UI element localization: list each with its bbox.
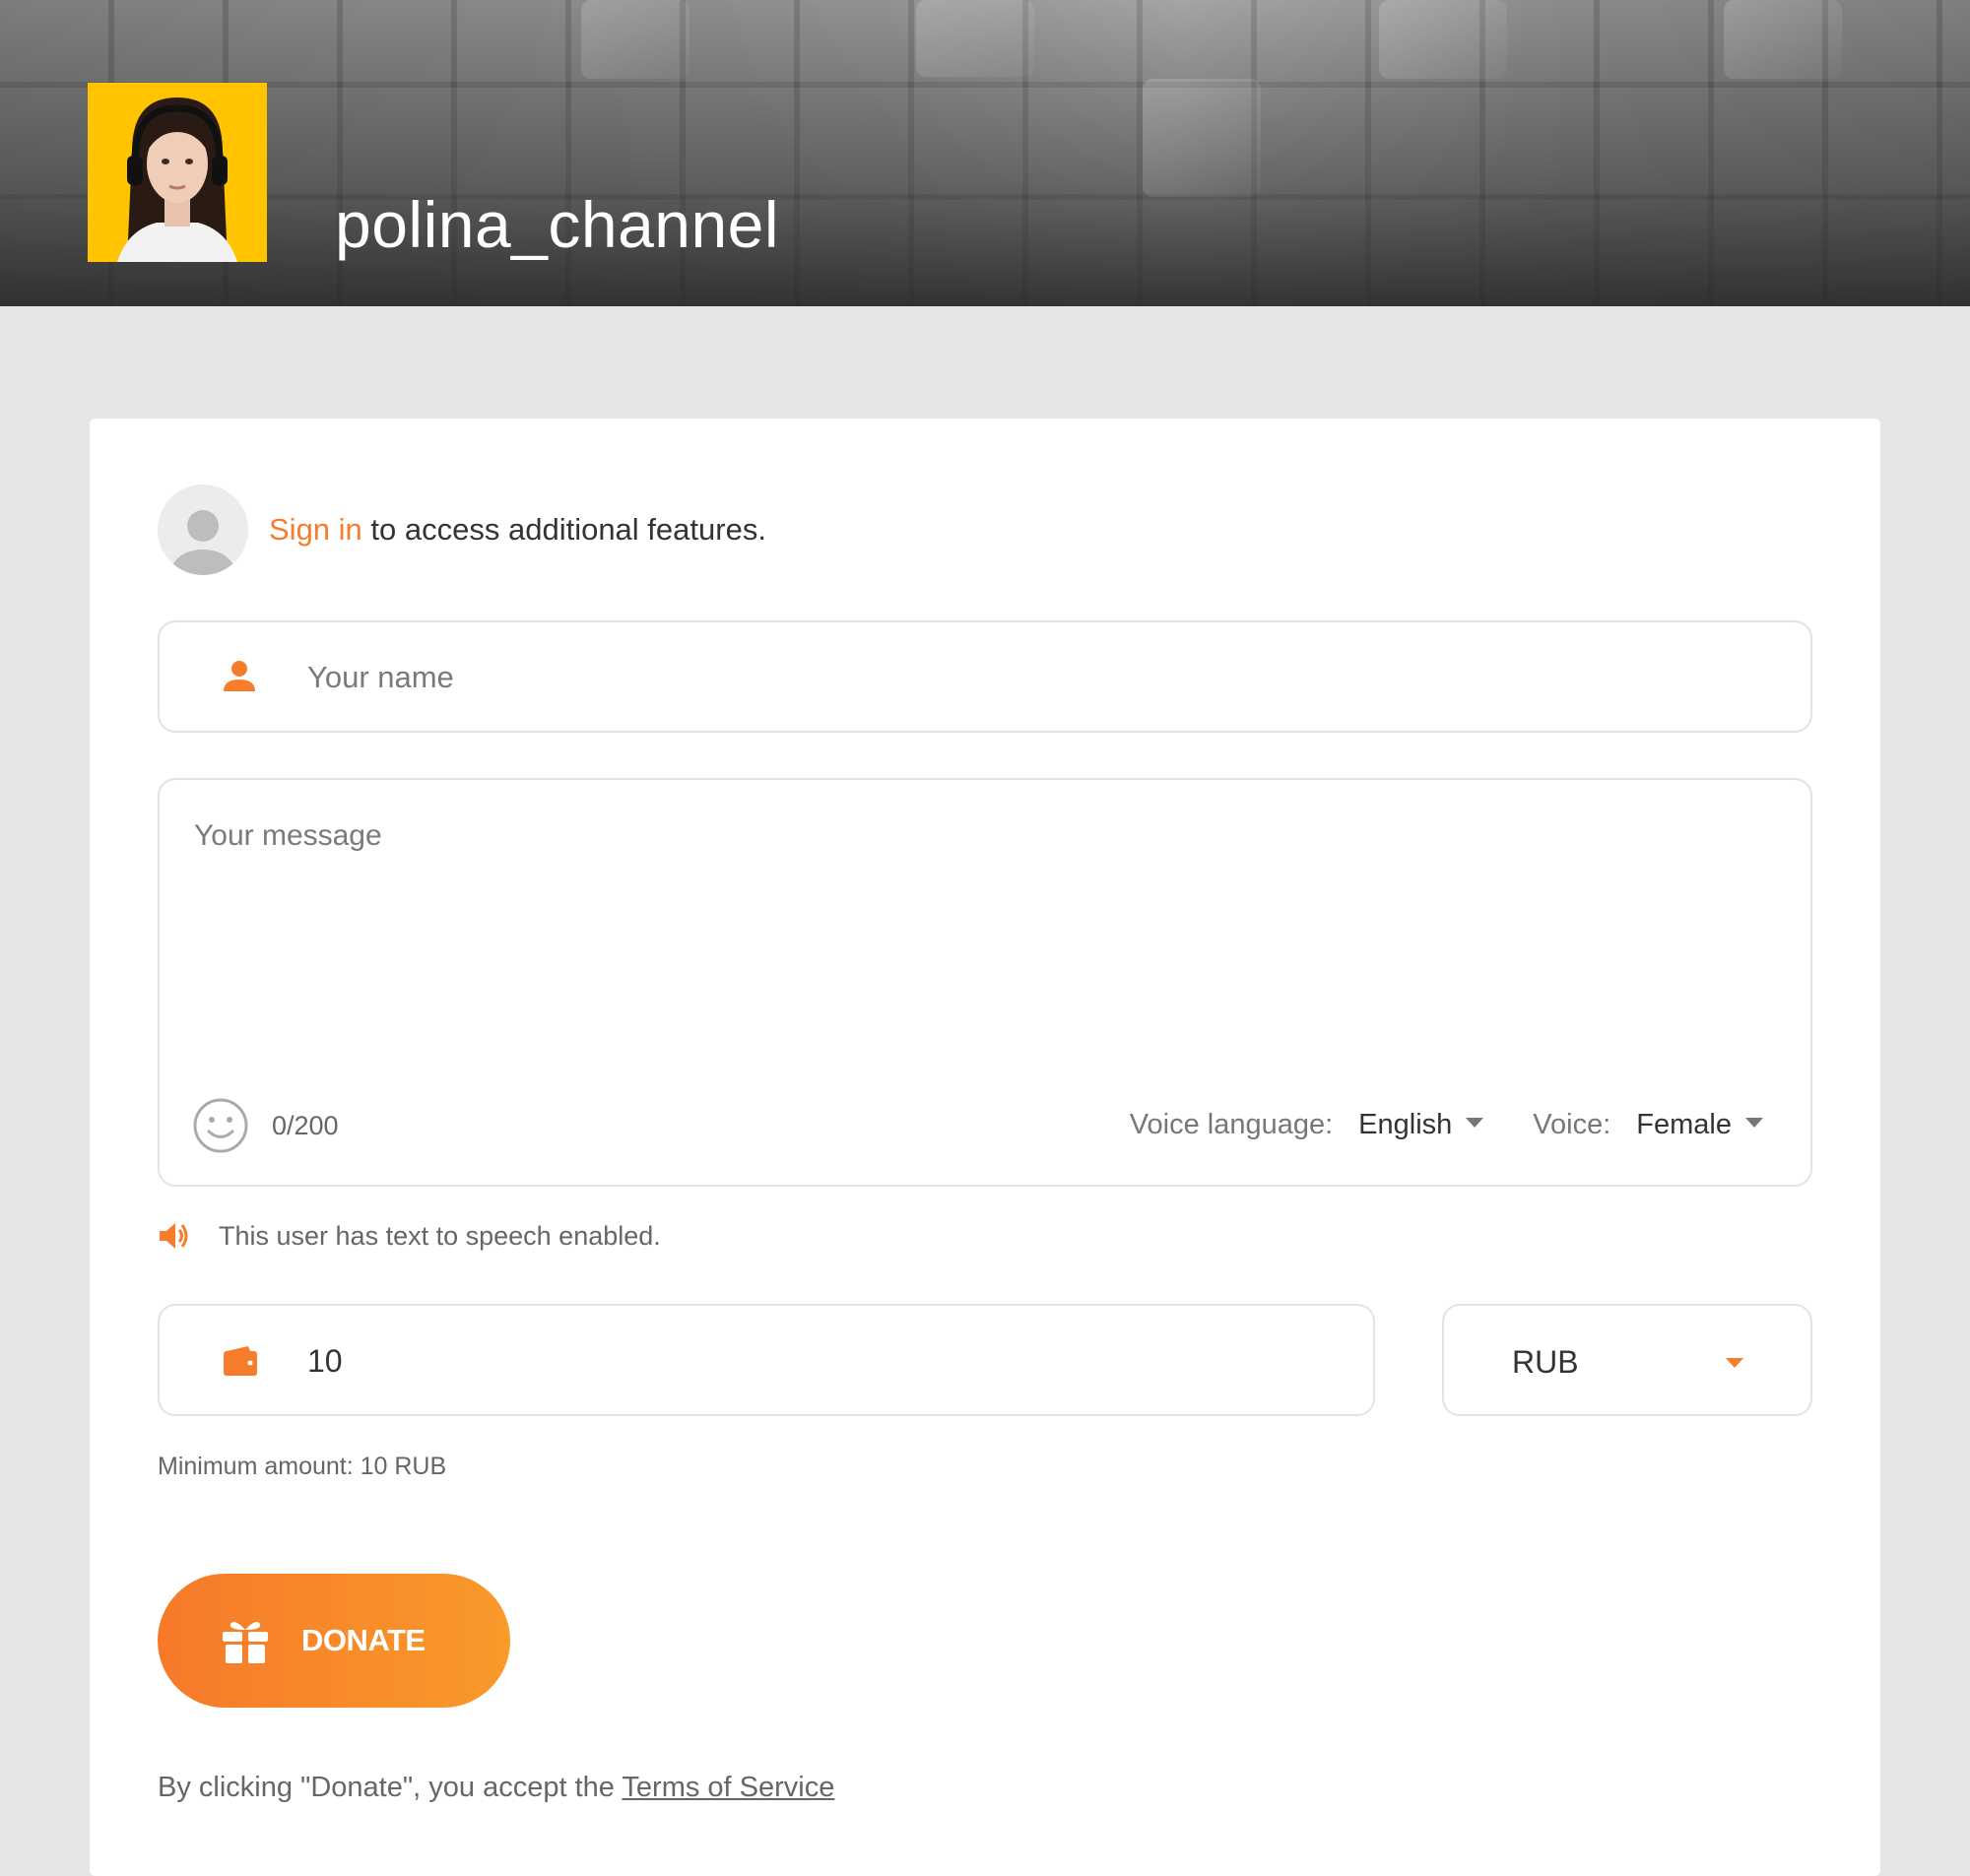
wallet-icon <box>224 1346 257 1376</box>
voice-language-select[interactable]: English <box>1358 1109 1484 1141</box>
banner-decor-tile <box>1379 0 1507 79</box>
voice-language-value: English <box>1358 1109 1453 1140</box>
user-icon <box>224 661 255 691</box>
minimum-amount-note: Minimum amount: 10 RUB <box>158 1453 447 1480</box>
message-field: 0/200 Voice language: English Voice: Fem… <box>158 778 1812 1187</box>
currency-select[interactable]: RUB <box>1442 1304 1812 1416</box>
chevron-down-icon <box>1726 1358 1743 1368</box>
tts-note-text: This user has text to speech enabled. <box>219 1220 661 1251</box>
voice-label: Voice: <box>1533 1109 1611 1140</box>
speaker-icon <box>160 1223 188 1249</box>
channel-avatar-photo <box>88 83 267 262</box>
signin-message-text: to access additional features. <box>361 512 766 547</box>
terms-of-service-link[interactable]: Terms of Service <box>622 1772 834 1803</box>
donation-card: Sign in to access additional features. 0… <box>90 419 1880 1876</box>
signin-row: Sign in to access additional features. <box>158 485 766 575</box>
terms-notice: By clicking "Donate", you accept the Ter… <box>158 1772 834 1804</box>
voice-controls: Voice language: English Voice: Female <box>1130 1109 1763 1141</box>
banner-decor-tile <box>1724 0 1842 79</box>
char-counter: 0/200 <box>272 1111 339 1140</box>
chevron-down-icon <box>1745 1117 1763 1128</box>
terms-notice-text: By clicking "Donate", you accept the <box>158 1772 623 1803</box>
name-field <box>158 620 1812 733</box>
channel-name: polina_channel <box>335 188 780 261</box>
donate-button[interactable]: DONATE <box>158 1574 510 1708</box>
name-input[interactable] <box>305 642 1767 713</box>
voice-language-label: Voice language: <box>1129 1109 1334 1140</box>
channel-header: polina_channel <box>0 0 1970 306</box>
currency-value: RUB <box>1512 1344 1579 1380</box>
chevron-down-icon <box>1466 1117 1484 1128</box>
tts-note: This user has text to speech enabled. <box>158 1219 661 1253</box>
gift-icon <box>223 1622 268 1663</box>
donate-button-label: DONATE <box>301 1623 426 1657</box>
signin-link[interactable]: Sign in <box>269 512 362 547</box>
smiley-icon[interactable] <box>192 1097 249 1154</box>
banner-decor-tile <box>1143 79 1261 197</box>
amount-field <box>158 1304 1375 1416</box>
voice-select[interactable]: Female <box>1636 1109 1763 1141</box>
message-input[interactable] <box>192 817 1772 1067</box>
banner-decor-tile <box>916 0 1034 77</box>
voice-value: Female <box>1636 1109 1732 1140</box>
amount-input[interactable] <box>305 1326 1334 1396</box>
banner-decor-tile <box>581 0 690 79</box>
guest-avatar-icon <box>158 485 248 575</box>
signin-message: Sign in to access additional features. <box>269 512 766 548</box>
channel-avatar <box>88 83 267 262</box>
